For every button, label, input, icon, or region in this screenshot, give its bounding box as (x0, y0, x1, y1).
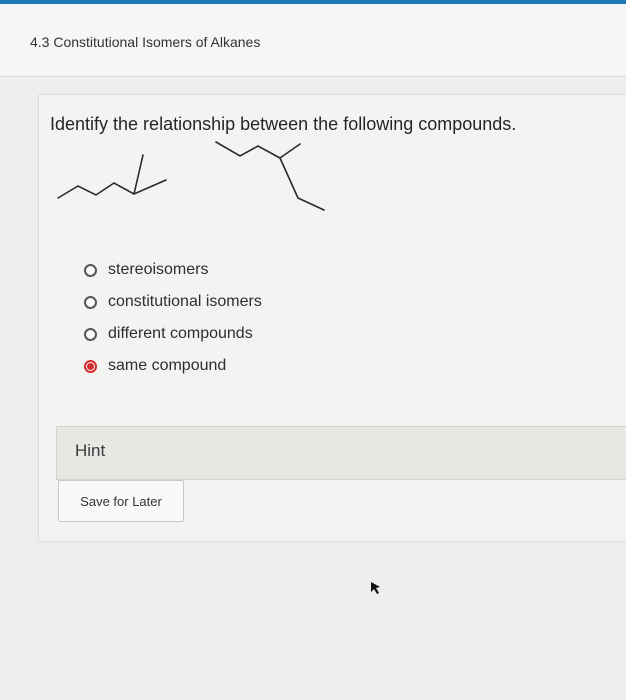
skeletal-structure-right (215, 141, 325, 211)
save-for-later-button[interactable]: Save for Later (58, 480, 184, 522)
option-constitutional-isomers[interactable]: constitutional isomers (84, 286, 262, 318)
radio-button[interactable] (84, 327, 97, 341)
option-different-compounds[interactable]: different compounds (84, 318, 262, 350)
option-same-compound[interactable]: same compound (84, 350, 262, 382)
option-label: same compound (108, 357, 227, 374)
section-title: 4.3 Constitutional Isomers of Alkanes (30, 34, 261, 50)
option-label: constitutional isomers (108, 293, 262, 310)
molecule-structures (57, 141, 325, 211)
mouse-cursor-icon (371, 582, 380, 594)
option-label: stereoisomers (108, 261, 209, 278)
hint-toggle[interactable]: Hint (56, 426, 626, 480)
answer-options: stereoisomers constitutional isomers dif… (84, 254, 262, 382)
top-accent-line (0, 0, 626, 4)
option-stereoisomers[interactable]: stereoisomers (84, 254, 262, 286)
radio-button[interactable] (84, 263, 97, 277)
hint-label: Hint (75, 441, 106, 460)
radio-button[interactable] (84, 295, 97, 309)
skeletal-structure-left (57, 154, 167, 199)
question-prompt: Identify the relationship between the fo… (50, 114, 517, 134)
option-label: different compounds (108, 325, 253, 342)
radio-button-selected[interactable] (84, 359, 97, 373)
